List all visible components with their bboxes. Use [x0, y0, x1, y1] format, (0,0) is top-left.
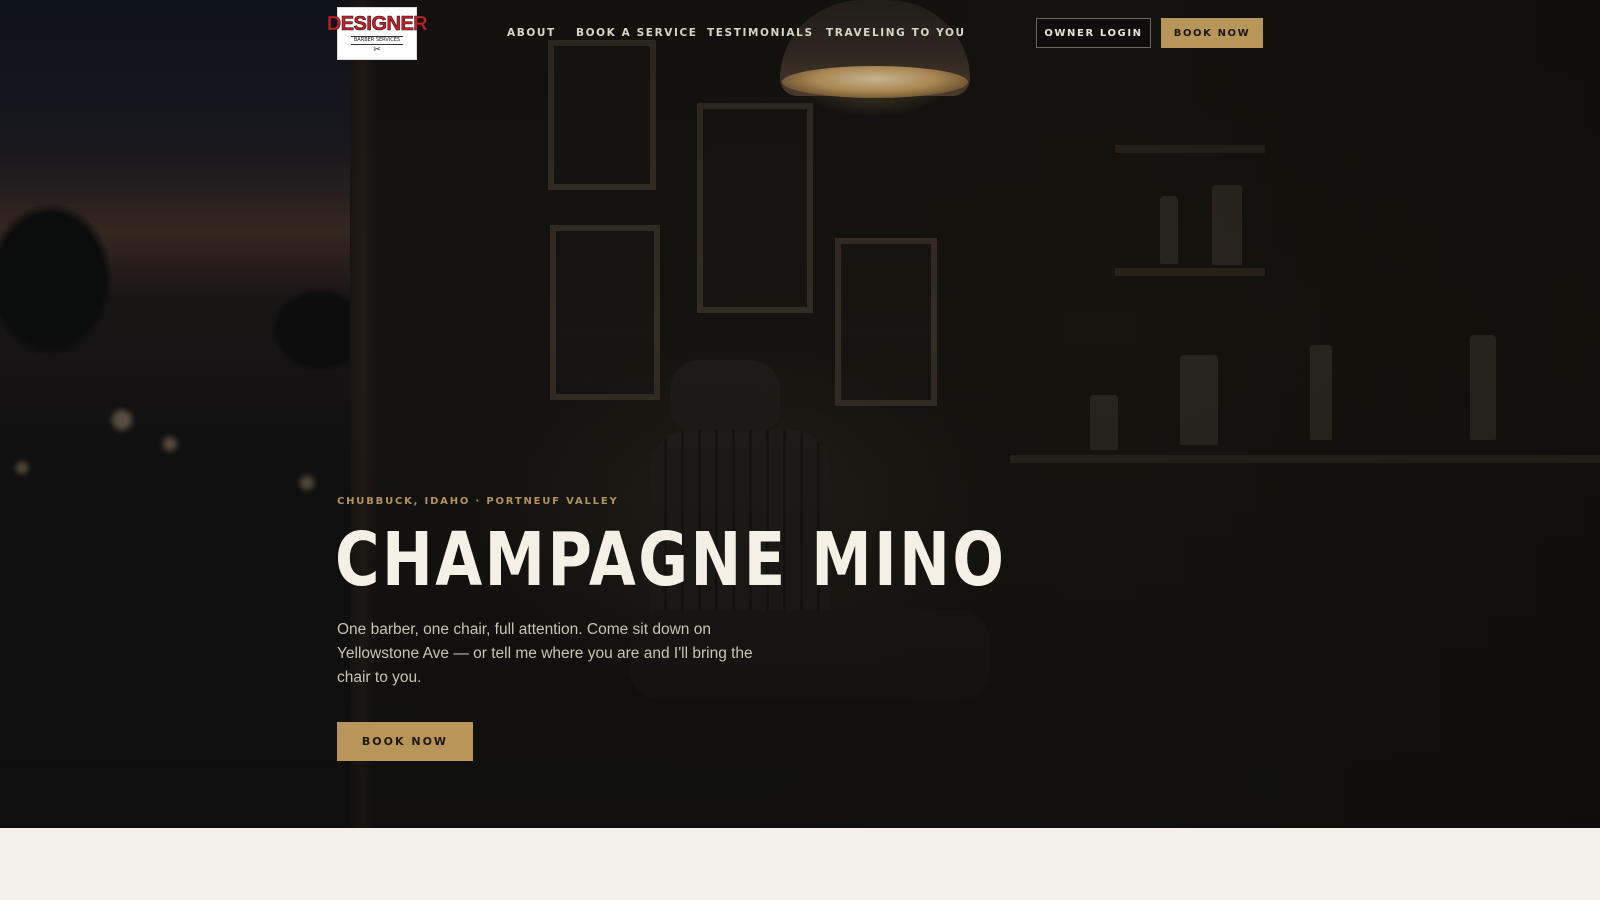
next-section	[0, 828, 1600, 900]
owner-login-button[interactable]: OWNER LOGIN	[1036, 18, 1151, 48]
hero-description: One barber, one chair, full attention. C…	[337, 621, 753, 686]
scissors-icon: ✂	[373, 44, 381, 55]
nav-link-testimonials[interactable]: TESTIMONIALS	[707, 27, 814, 39]
nav-link-book-a-service[interactable]: BOOK A SERVICE	[576, 27, 698, 39]
hero-section	[0, 0, 1600, 828]
brand-logo[interactable]: DESIGNER BARBER SERVICES ✂	[326, 7, 428, 60]
hero-title: CHAMPAGNE MINO	[335, 517, 1007, 603]
book-now-nav-button[interactable]: BOOK NOW	[1161, 18, 1263, 48]
nav-link-traveling-to-you[interactable]: TRAVELING TO YOU	[826, 27, 966, 39]
logo-subtitle: BARBER SERVICES	[350, 35, 404, 45]
book-now-hero-button[interactable]: BOOK NOW	[337, 722, 473, 761]
nav-link-about[interactable]: ABOUT	[507, 27, 556, 39]
logo-wordmark: DESIGNER	[326, 12, 428, 35]
hero-location-eyebrow: CHUBBUCK, IDAHO · PORTNEUF VALLEY	[337, 496, 619, 507]
